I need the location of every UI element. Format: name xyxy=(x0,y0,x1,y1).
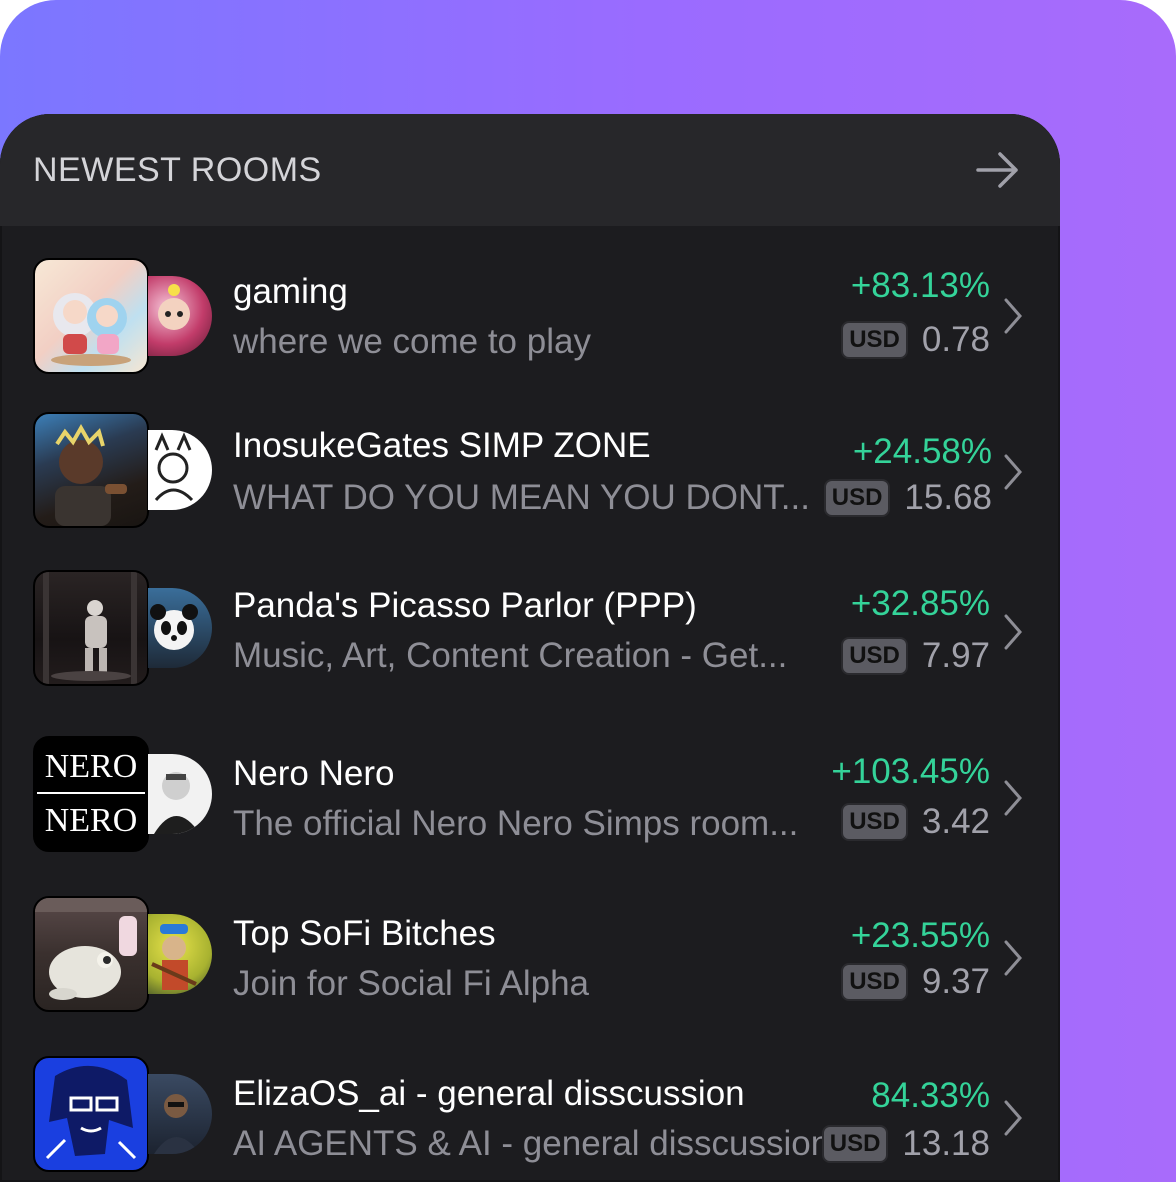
room-row-top-sofi[interactable]: Top SoFi Bitches Join for Social Fi Alph… xyxy=(0,884,1060,1012)
panel-header: NEWEST ROOMS xyxy=(0,114,1060,226)
room-avatar xyxy=(33,258,149,374)
room-avatar: NERO NERO xyxy=(33,736,149,852)
room-description: WHAT DO YOU MEAN YOU DONT... xyxy=(233,478,810,517)
price-value: 15.68 xyxy=(904,478,992,517)
chevron-right-icon[interactable] xyxy=(1000,612,1026,652)
currency-badge: USD xyxy=(821,1125,889,1163)
chevron-right-icon[interactable] xyxy=(1000,778,1026,818)
chevron-right-icon[interactable] xyxy=(1000,296,1026,336)
panel-title: NEWEST ROOMS xyxy=(33,150,322,189)
room-name: Top SoFi Bitches xyxy=(233,914,496,953)
room-row-gaming[interactable]: gaming where we come to play +83.13% USD… xyxy=(0,244,1060,374)
owner-avatar xyxy=(148,1074,212,1154)
room-avatar xyxy=(33,896,149,1012)
room-name: ElizaOS_ai - general disscussion xyxy=(233,1074,745,1113)
chevron-right-icon[interactable] xyxy=(1000,938,1026,978)
price-value: 3.42 xyxy=(921,802,990,841)
room-description: Music, Art, Content Creation - Get... xyxy=(233,636,788,675)
room-name: InosukeGates SIMP ZONE xyxy=(233,426,651,465)
price-value: 9.37 xyxy=(921,962,990,1001)
arrow-right-icon[interactable] xyxy=(976,148,1020,192)
currency-badge: USD xyxy=(841,963,908,1001)
price-value: 0.78 xyxy=(921,320,990,359)
chevron-right-icon[interactable] xyxy=(1000,1098,1026,1138)
price-change: +23.55% xyxy=(850,916,990,955)
price-value: 13.18 xyxy=(902,1124,990,1163)
room-description: The official Nero Nero Simps room... xyxy=(233,804,799,843)
room-name: gaming xyxy=(233,272,348,311)
room-price: USD 15.68 xyxy=(823,478,992,518)
room-description: where we come to play xyxy=(233,322,591,361)
price-change: +24.58% xyxy=(852,432,992,471)
price-change: 84.33% xyxy=(871,1076,990,1115)
room-row-nero-nero[interactable]: NERO NERO Nero Nero The official Nero Ne… xyxy=(0,724,1060,852)
chevron-right-icon[interactable] xyxy=(1000,452,1026,492)
room-avatar xyxy=(33,570,149,686)
owner-avatar xyxy=(148,914,212,994)
room-price: USD 0.78 xyxy=(841,320,990,360)
room-avatar xyxy=(33,1056,149,1172)
room-avatar xyxy=(33,412,149,528)
owner-avatar xyxy=(148,276,212,356)
room-price: USD 7.97 xyxy=(841,636,990,676)
room-row-elizaos[interactable]: ElizaOS_ai - general disscussion AI AGEN… xyxy=(0,1044,1060,1172)
price-change: +83.13% xyxy=(850,266,990,305)
owner-avatar xyxy=(148,430,212,510)
room-row-inosukegates[interactable]: InosukeGates SIMP ZONE WHAT DO YOU MEAN … xyxy=(0,400,1060,528)
currency-badge: USD xyxy=(823,479,891,517)
price-value: 7.97 xyxy=(921,636,990,675)
room-name: Nero Nero xyxy=(233,754,395,793)
room-price: USD 3.42 xyxy=(841,802,990,842)
room-description: Join for Social Fi Alpha xyxy=(233,964,590,1003)
currency-badge: USD xyxy=(841,637,908,675)
price-change: +103.45% xyxy=(831,752,990,791)
owner-avatar xyxy=(148,754,212,834)
owner-avatar xyxy=(148,588,212,668)
room-row-pandas-picasso-parlor[interactable]: Panda's Picasso Parlor (PPP) Music, Art,… xyxy=(0,556,1060,686)
room-name: Panda's Picasso Parlor (PPP) xyxy=(233,586,697,625)
room-price: USD 13.18 xyxy=(821,1124,990,1164)
room-description: AI AGENTS & AI - general disscussion xyxy=(233,1124,831,1163)
currency-badge: USD xyxy=(841,321,908,359)
currency-badge: USD xyxy=(841,803,908,841)
nero-logo-text: NERO xyxy=(44,802,138,839)
nero-logo-text: NERO xyxy=(44,748,138,785)
newest-rooms-panel: NEWEST ROOMS gaming where we come to pla… xyxy=(0,114,1060,1182)
price-change: +32.85% xyxy=(850,584,990,623)
room-price: USD 9.37 xyxy=(841,962,990,1002)
